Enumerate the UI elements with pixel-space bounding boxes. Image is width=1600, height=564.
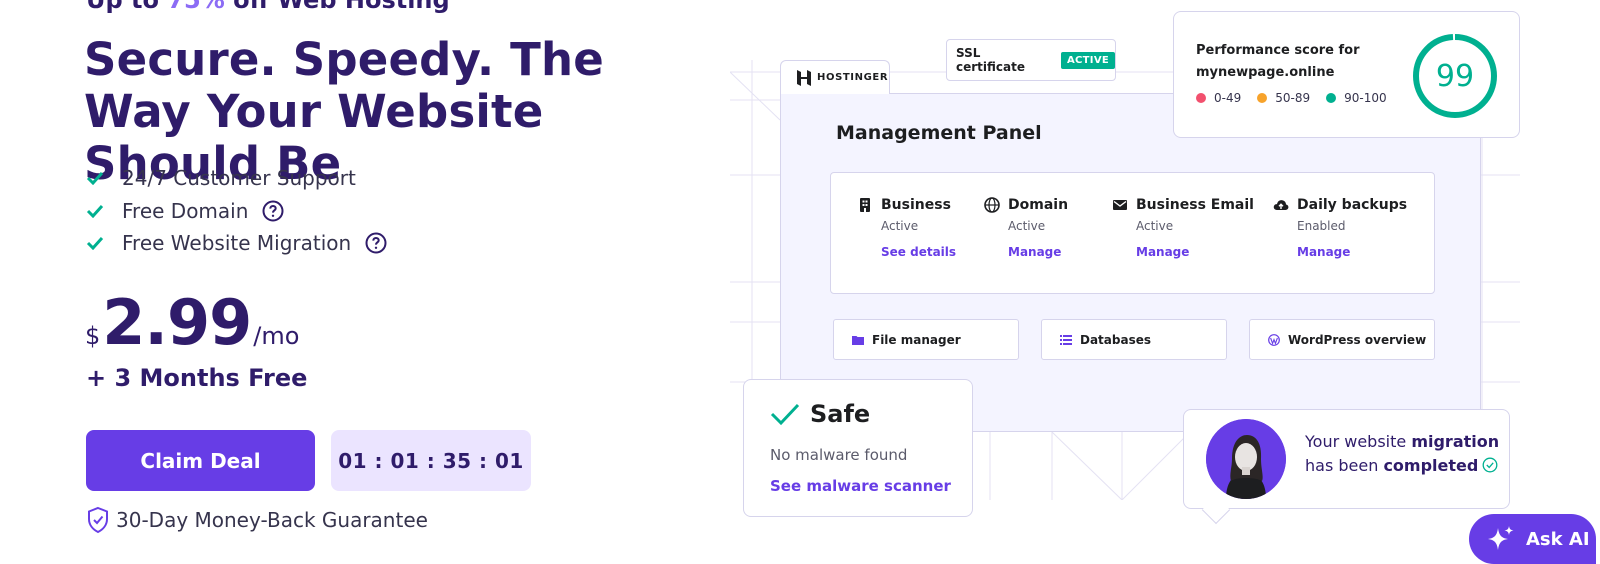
tool-label: WordPress overview: [1288, 332, 1427, 347]
browser-tab: HOSTINGER: [780, 60, 890, 94]
legend-item: 50-89: [1257, 91, 1310, 105]
panel-title: Management Panel: [836, 122, 1042, 144]
feature-item: Free Domain: [86, 195, 387, 228]
check-icon: [86, 172, 104, 186]
manage-link[interactable]: Manage: [1297, 245, 1407, 259]
performance-score-card: Performance score for mynewpage.online 0…: [1173, 11, 1520, 138]
ask-ai-button[interactable]: Ask AI: [1469, 514, 1596, 564]
feature-label: Free Domain: [122, 198, 249, 223]
manage-link[interactable]: Manage: [1136, 245, 1254, 259]
service-name: Business: [881, 197, 951, 213]
countdown-timer: 01 : 01 : 35 : 01: [331, 430, 531, 491]
eyebrow-prefix: Up to: [86, 0, 168, 14]
migration-text-bold: completed: [1383, 456, 1479, 475]
performance-score: 99: [1435, 58, 1475, 94]
migration-text: Your website migration has been complete…: [1305, 430, 1499, 478]
money-back-guarantee: 30-Day Money-Back Guarantee: [86, 506, 428, 534]
eyebrow-discount: 75%: [167, 0, 225, 14]
price-currency: $: [85, 322, 101, 350]
sparkle-icon: [1488, 526, 1514, 550]
brand-name: HOSTINGER: [817, 72, 889, 83]
feature-list: 24/7 Customer Support Free Domain Free W…: [86, 162, 387, 260]
cloud-upload-icon: [1273, 200, 1289, 210]
migration-text-part: Your website: [1305, 432, 1412, 451]
service-daily-backups: Daily backups Enabled Manage: [1273, 197, 1407, 259]
tool-label: Databases: [1080, 332, 1152, 347]
legend-dot: [1257, 93, 1268, 103]
legend-label: 90-100: [1344, 91, 1387, 105]
folder-icon: [852, 335, 864, 345]
service-name: Domain: [1008, 197, 1069, 213]
service-name: Business Email: [1136, 197, 1254, 213]
service-name: Daily backups: [1297, 197, 1408, 213]
safe-title: Safe: [810, 400, 871, 428]
manage-link[interactable]: Manage: [1008, 245, 1068, 259]
performance-title: Performance score for mynewpage.online: [1196, 43, 1360, 80]
score-legend: 0-49 50-89 90-100: [1196, 91, 1403, 105]
legend-dot: [1196, 93, 1206, 103]
feature-item: 24/7 Customer Support: [86, 162, 387, 195]
check-icon: [86, 237, 104, 251]
list-icon: [1060, 334, 1072, 345]
avatar: [1206, 419, 1286, 499]
www-globe-icon: [984, 197, 1000, 213]
shield-check-icon: [88, 506, 108, 534]
service-state: Enabled: [1297, 219, 1346, 233]
safe-message: No malware found: [770, 446, 908, 464]
wordpress-overview-button[interactable]: WordPress overview: [1249, 319, 1435, 360]
migration-text-bold: migration: [1411, 432, 1500, 451]
feature-item: Free Website Migration: [86, 227, 387, 260]
claim-deal-button[interactable]: Claim Deal: [86, 430, 315, 491]
malware-scanner-link[interactable]: See malware scanner: [770, 477, 951, 495]
service-business-email: Business Email Active Manage: [1112, 197, 1254, 259]
legend-dot: [1326, 93, 1337, 103]
person-portrait-icon: [1206, 419, 1286, 499]
price-period: /mo: [253, 322, 300, 350]
help-icon[interactable]: [262, 200, 284, 222]
check-icon: [770, 403, 800, 426]
bonus-text: + 3 Months Free: [86, 364, 308, 392]
legend-label: 0-49: [1214, 91, 1242, 105]
migration-text-part: has been: [1305, 456, 1384, 475]
service-business: Business Active See details: [857, 197, 956, 259]
legend-label: 50-89: [1275, 91, 1311, 105]
legend-item: 90-100: [1326, 91, 1387, 105]
services-card: Business Active See details Domain Activ…: [830, 172, 1435, 294]
tool-label: File manager: [872, 332, 961, 347]
price-amount: 2.99: [102, 286, 252, 359]
ask-ai-label: Ask AI: [1526, 528, 1590, 550]
see-details-link[interactable]: See details: [881, 245, 956, 259]
promo-eyebrow: Up to 75% off Web Hosting: [86, 0, 450, 14]
help-icon[interactable]: [365, 232, 387, 254]
legend-item: 0-49: [1196, 91, 1241, 105]
malware-safe-card: Safe No malware found See malware scanne…: [743, 379, 973, 517]
databases-button[interactable]: Databases: [1041, 319, 1227, 360]
eyebrow-suffix: off Web Hosting: [224, 0, 450, 14]
building-icon: [860, 198, 870, 212]
file-manager-button[interactable]: File manager: [833, 319, 1019, 360]
migration-card: Your website migration has been complete…: [1183, 409, 1510, 525]
service-state: Active: [881, 219, 919, 233]
service-domain: Domain Active Manage: [984, 197, 1068, 259]
feature-label: Free Website Migration: [122, 231, 352, 256]
service-state: Active: [1008, 219, 1046, 233]
service-state: Active: [1136, 219, 1174, 233]
check-circle-icon: [1482, 457, 1498, 473]
wordpress-icon: [1268, 333, 1280, 346]
feature-label: 24/7 Customer Support: [122, 166, 356, 191]
ssl-certificate-card: SSL certificate ACTIVE: [946, 39, 1116, 81]
check-icon: [86, 204, 104, 218]
hostinger-logo-icon: [797, 69, 811, 86]
envelope-icon: [1113, 200, 1127, 210]
ssl-label: SSL certificate: [956, 46, 1025, 74]
ssl-status-badge: ACTIVE: [1061, 51, 1115, 69]
guarantee-label: 30-Day Money-Back Guarantee: [116, 508, 428, 532]
price: $ 2.99 /mo: [85, 288, 299, 358]
speech-tail: [1201, 495, 1231, 525]
